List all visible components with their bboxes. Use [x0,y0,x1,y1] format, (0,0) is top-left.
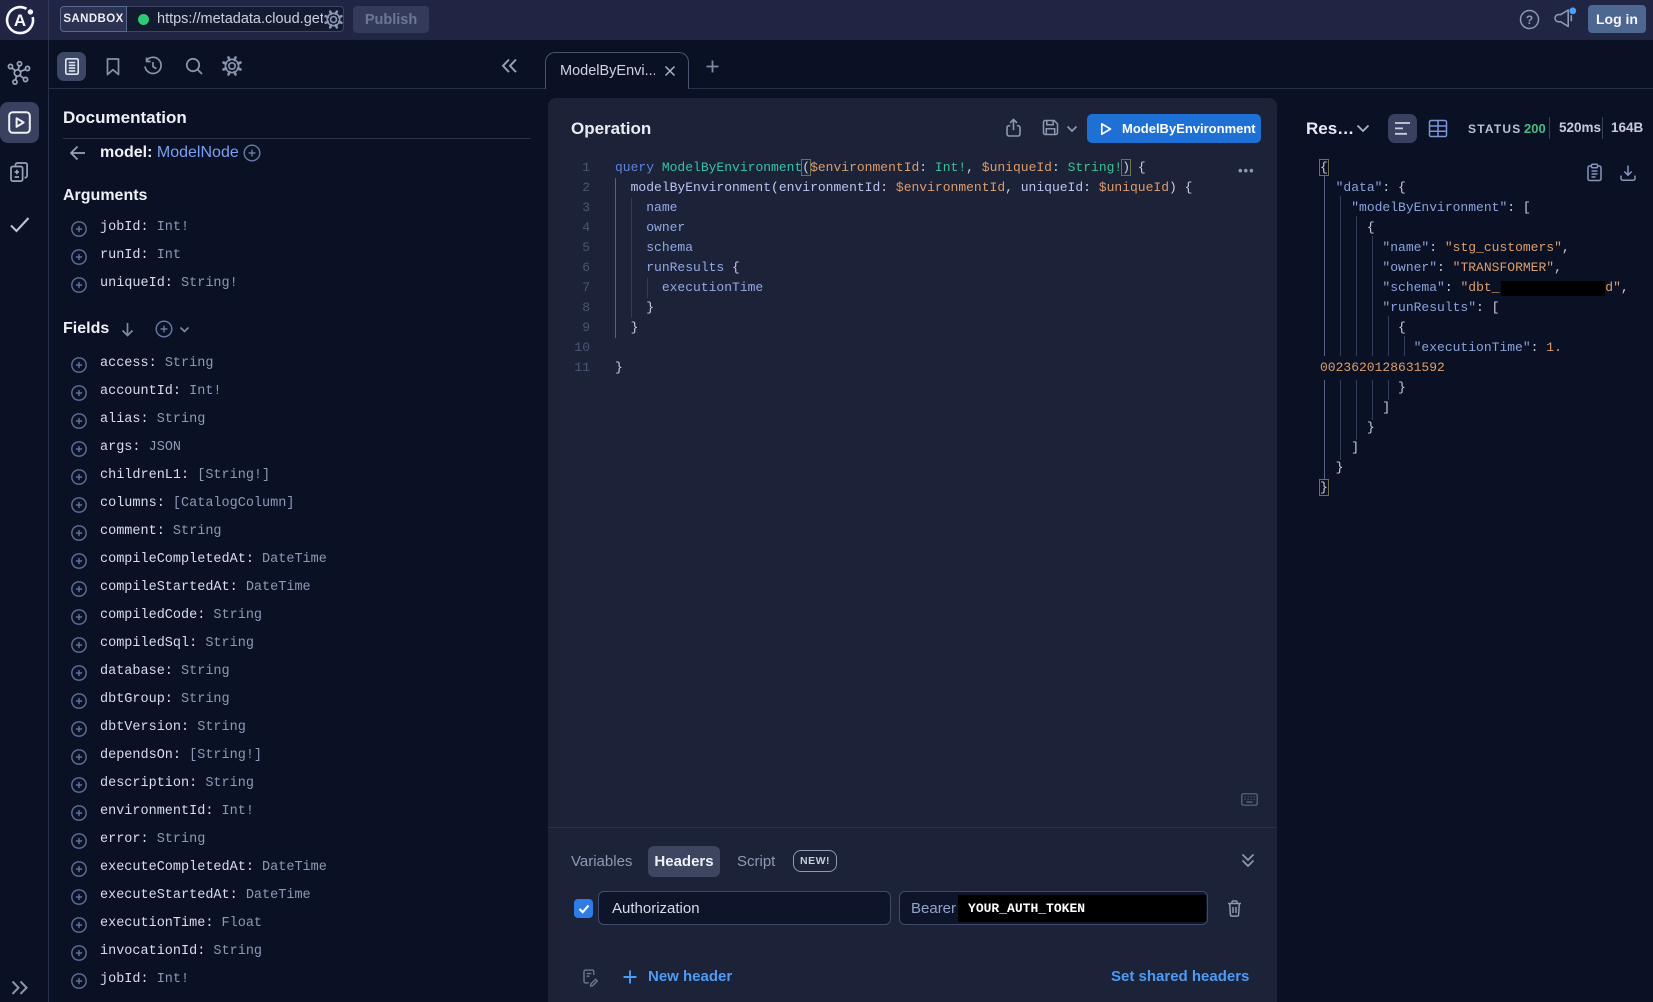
svg-text:A: A [14,11,26,30]
svg-text:?: ? [1526,13,1533,27]
